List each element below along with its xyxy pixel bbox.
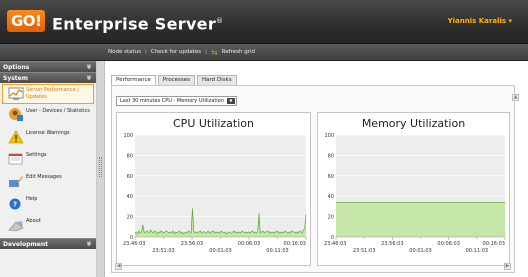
sidebar-section-options[interactable]: Options ¥ [0, 61, 96, 72]
sidebar-item-label: License Warnings [26, 130, 70, 136]
y-tick-label: 40 [328, 194, 334, 200]
y-tick-label: 60 [328, 174, 334, 180]
tab-processes[interactable]: Processes [157, 75, 195, 85]
sidebar-item-label: About [26, 218, 41, 224]
scroll-left-icon[interactable]: ◀ [115, 263, 122, 270]
sidebar-item-server-performance[interactable]: Server Performance / Updates [2, 84, 94, 104]
check-updates-link[interactable]: Check for updates [151, 47, 201, 58]
sidebar: Options ¥ System ¥ Server Performance / … [0, 61, 97, 277]
warning-icon [8, 130, 24, 144]
x-tick-label: 23:56:03 [181, 241, 203, 247]
sidebar-item-label: Edit Messages [26, 174, 62, 180]
chevron-down-icon[interactable]: ¥ [87, 239, 91, 250]
splitter-grip[interactable] [99, 157, 102, 177]
sidebar-item-license-warnings[interactable]: License Warnings [0, 126, 96, 148]
node-status-link[interactable]: Node status [108, 47, 141, 58]
x-tick-label: 23:51:03 [152, 248, 174, 254]
scroll-up-icon[interactable]: ▲ [512, 94, 519, 101]
section-label: Development [3, 241, 48, 248]
x-tick-label: 00:06:03 [437, 241, 459, 247]
app-title-text: Enterprise Server [52, 14, 217, 34]
plot-area [135, 135, 306, 237]
x-tick-label: 00:01:03 [409, 248, 431, 254]
main-content: Performance Processes Hard Disks Last 30… [105, 61, 528, 277]
tab-performance[interactable]: Performance [111, 75, 156, 85]
y-tick-label: 100 [324, 133, 334, 139]
y-tick-label: 80 [127, 153, 133, 159]
settings-icon [8, 153, 23, 165]
dropdown-arrow-icon[interactable]: ▼ [226, 98, 235, 104]
toolbar: Node status | Check for updates | ⇆ Refr… [0, 44, 528, 61]
y-tick-label: 60 [127, 174, 133, 180]
y-tick-label: 100 [123, 133, 133, 139]
app-title: Enterprise Server® [52, 9, 223, 36]
section-label: System [3, 75, 28, 82]
cpu-chart: CPU Utilization 0 20 40 60 80 100 23:46:03 23:5… [116, 112, 311, 266]
series-area [336, 202, 505, 237]
performance-panel: Last 30 minutes CPU - Memory Utilization… [111, 85, 515, 273]
sidebar-splitter[interactable] [97, 61, 105, 277]
server-performance-icon [8, 87, 24, 100]
y-tick-label: 80 [328, 153, 334, 159]
registered-mark: ® [216, 17, 224, 25]
time-range-select[interactable]: Last 30 minutes CPU - Memory Utilization… [116, 96, 237, 106]
sidebar-item-help[interactable]: ? Help [0, 192, 96, 214]
cpu-chart-plot: 02040608010023:46:03 23:56:03 00:06:03 00:1… [123, 133, 307, 254]
tab-strip: Performance Processes Hard Disks [111, 75, 239, 85]
refresh-icon[interactable]: ⇆ [211, 47, 218, 58]
sidebar-item-settings[interactable]: Settings [0, 148, 96, 170]
y-tick-label: 20 [127, 215, 133, 221]
section-label: Options [3, 64, 30, 71]
sidebar-item-label: User - Devices / Statistics [26, 108, 90, 114]
edit-messages-icon [9, 176, 23, 187]
scroll-right-icon[interactable]: ▶ [504, 263, 511, 270]
app-header: GO! Enterprise Server® Yiannis Karalis ▾ [0, 0, 528, 44]
y-tick-label: 20 [328, 215, 334, 221]
memory-chart-plot: 02040608010023:46:03 23:56:03 00:06:03 00:1… [324, 133, 506, 254]
go-logo: GO! [7, 10, 46, 32]
toolbar-separator: | [205, 49, 207, 55]
x-tick-label: 23:51:03 [353, 248, 375, 254]
x-tick-label: 00:16:03 [284, 241, 306, 247]
y-tick-label: 40 [127, 194, 133, 200]
help-icon: ? [9, 198, 21, 210]
x-tick-label: 00:16:03 [483, 241, 505, 247]
tab-hard-disks[interactable]: Hard Disks [196, 75, 237, 85]
sidebar-item-label: Help [26, 196, 38, 202]
x-tick-label: 23:46:03 [123, 241, 145, 247]
x-tick-label: 00:06:03 [238, 241, 260, 247]
chevron-up-icon[interactable]: ¥ [87, 73, 91, 84]
x-tick-label: 23:46:03 [324, 241, 346, 247]
x-tick-label: 23:56:03 [381, 241, 403, 247]
sidebar-item-user-devices[interactable]: User - Devices / Statistics [0, 104, 96, 126]
refresh-grid-link[interactable]: Refresh grid [222, 47, 255, 58]
sidebar-section-development[interactable]: Development ¥ [0, 238, 96, 249]
about-icon [8, 221, 24, 232]
sidebar-item-edit-messages[interactable]: Edit Messages [0, 170, 96, 192]
sidebar-section-system[interactable]: System ¥ [0, 72, 96, 83]
user-menu[interactable]: Yiannis Karalis ▾ [448, 15, 512, 27]
x-tick-label: 00:01:03 [209, 248, 231, 254]
svg-text:?: ? [13, 201, 17, 209]
x-tick-label: 00:11:03 [466, 248, 488, 254]
toolbar-separator: | [145, 49, 147, 55]
sidebar-item-label: Settings [26, 152, 47, 158]
sidebar-item-about[interactable]: About [0, 214, 96, 236]
memory-chart: Memory Utilization 0 20 40 60 80 100 23:46:03 2… [317, 112, 510, 266]
sidebar-item-label: Server Performance / Updates [26, 87, 79, 100]
x-tick-label: 00:11:03 [266, 248, 288, 254]
time-range-value: Last 30 minutes CPU - Memory Utilization [120, 98, 224, 104]
user-devices-icon [9, 108, 23, 121]
